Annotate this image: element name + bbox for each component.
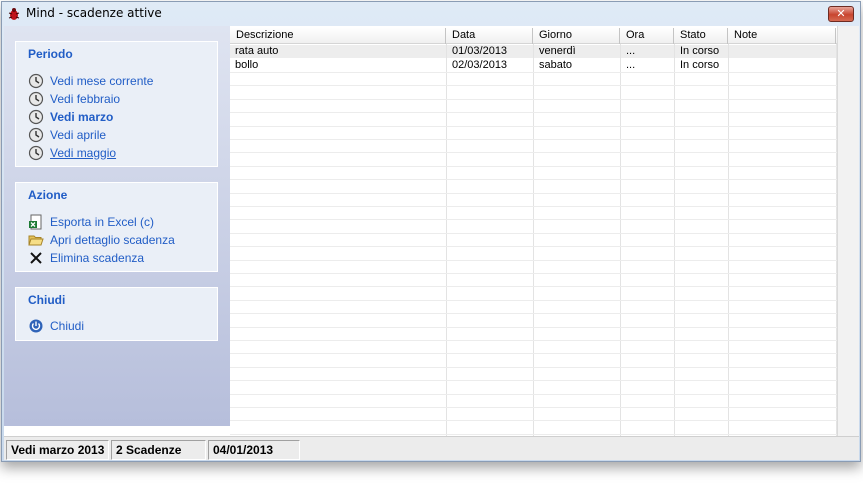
menu-label: Vedi mese corrente <box>50 73 154 88</box>
main-window: Mind - scadenze attive ✕ Periodo Vedi me… <box>1 1 861 462</box>
folder-open-icon <box>28 235 44 245</box>
cell-data: 02/03/2013 <box>452 59 508 71</box>
azione-panel: Azione Esporta in Excel (c) Apri dettagl… <box>15 182 218 272</box>
close-icon: ✕ <box>836 7 846 20</box>
grid-row-line <box>230 126 837 127</box>
grid-column-line <box>446 44 447 436</box>
grid-row-line <box>230 273 837 274</box>
menu-vedi-mese-corrente[interactable]: Vedi mese corrente <box>28 72 153 89</box>
grid-row-line <box>230 407 837 408</box>
cell-stato: In corso <box>680 59 720 71</box>
menu-vedi-maggio[interactable]: Vedi maggio <box>28 144 116 161</box>
chiudi-panel: Chiudi Chiudi <box>15 287 218 341</box>
grid-row-line <box>230 380 837 381</box>
chiudi-header: Chiudi <box>28 293 66 307</box>
delete-x-icon <box>30 251 42 264</box>
grid-row-line <box>230 152 837 153</box>
periodo-header: Periodo <box>28 47 73 61</box>
grid-row-line <box>230 179 837 180</box>
menu-label: Esporta in Excel (c) <box>50 214 155 229</box>
cell-note <box>731 59 734 72</box>
grid-row-line <box>230 353 837 354</box>
menu-label: Vedi aprile <box>50 127 107 142</box>
grid-row-line <box>230 99 837 100</box>
grid-row-line <box>230 139 837 140</box>
client-area: Periodo Vedi mese corrente Vedi febbraio… <box>4 26 859 460</box>
grid-row-line <box>230 367 837 368</box>
grid-row-line <box>230 313 837 314</box>
clock-icon <box>28 109 44 124</box>
grid-column-line <box>674 44 675 436</box>
menu-label: Vedi marzo <box>50 109 114 124</box>
column-header-stato[interactable]: Stato <box>674 28 728 44</box>
menu-label: Vedi maggio <box>50 145 117 160</box>
clock-icon <box>28 91 44 106</box>
grid-row-line <box>230 246 837 247</box>
grid-row-line <box>230 233 837 234</box>
status-date: 04/01/2013 <box>208 440 300 460</box>
sidebar: Periodo Vedi mese corrente Vedi febbraio… <box>4 26 230 426</box>
cell-ora: ... <box>626 59 636 71</box>
status-bar: Vedi marzo 2013 2 Scadenze 04/01/2013 <box>4 436 859 460</box>
grid-row-line <box>230 300 837 301</box>
status-count: 2 Scadenze <box>111 440 206 460</box>
menu-label: Apri dettaglio scadenza <box>50 232 175 247</box>
grid-column-line <box>533 44 534 436</box>
grid-row-line <box>230 420 837 421</box>
azione-header: Azione <box>28 188 68 202</box>
cell-ora: ... <box>626 45 636 57</box>
clock-icon <box>28 73 44 88</box>
grid-row-line <box>230 394 837 395</box>
window-title: Mind - scadenze attive <box>26 6 162 20</box>
excel-icon <box>29 214 42 229</box>
close-button[interactable]: ✕ <box>828 6 854 22</box>
column-header-data[interactable]: Data <box>446 28 533 44</box>
menu-vedi-marzo[interactable]: Vedi marzo <box>28 108 113 125</box>
menu-apri-dettaglio[interactable]: Apri dettaglio scadenza <box>28 231 175 248</box>
grid-row-line <box>230 434 837 435</box>
column-header-note[interactable]: Note <box>728 28 836 44</box>
app-bug-icon <box>8 8 20 20</box>
cell-descrizione: bollo <box>235 59 259 71</box>
column-header-giorno[interactable]: Giorno <box>533 28 620 44</box>
grid-row-line <box>230 327 837 328</box>
grid-row-line <box>230 286 837 287</box>
menu-esporta-excel[interactable]: Esporta in Excel (c) <box>28 213 154 230</box>
periodo-panel: Periodo Vedi mese corrente Vedi febbraio… <box>15 41 218 167</box>
cell-stato: In corso <box>680 45 720 57</box>
column-header-ora[interactable]: Ora <box>620 28 674 44</box>
menu-vedi-aprile[interactable]: Vedi aprile <box>28 126 106 143</box>
grid-header: Descrizione Data Giorno Ora Stato Note <box>230 28 837 44</box>
grid-column-line <box>728 44 729 436</box>
menu-label: Elimina scadenza <box>50 250 145 265</box>
grid-column-line <box>620 44 621 436</box>
grid-row-line <box>230 112 837 113</box>
status-period: Vedi marzo 2013 <box>6 440 109 460</box>
vertical-scrollbar[interactable] <box>837 26 859 436</box>
grid-row-line <box>230 260 837 261</box>
clock-icon <box>28 145 44 160</box>
title-bar[interactable]: Mind - scadenze attive ✕ <box>2 2 860 26</box>
deadlines-grid: Descrizione Data Giorno Ora Stato Note r… <box>230 26 837 436</box>
menu-elimina-scadenza[interactable]: Elimina scadenza <box>28 249 144 266</box>
cell-data: 01/03/2013 <box>452 45 508 57</box>
grid-row-line <box>230 206 837 207</box>
menu-label: Vedi febbraio <box>50 91 121 106</box>
column-header-descrizione[interactable]: Descrizione <box>230 28 446 44</box>
grid-row-line <box>230 85 837 86</box>
cell-giorno: sabato <box>539 59 573 71</box>
grid-row-line <box>230 166 837 167</box>
menu-chiudi[interactable]: Chiudi <box>28 317 84 334</box>
menu-label: Chiudi <box>50 318 85 333</box>
clock-icon <box>28 127 44 142</box>
cell-note <box>731 45 734 58</box>
cell-descrizione: rata auto <box>235 45 279 57</box>
grid-row-line <box>230 340 837 341</box>
power-icon <box>29 319 43 332</box>
grid-row-line <box>230 219 837 220</box>
grid-row-line <box>230 72 837 73</box>
grid-row-line <box>230 193 837 194</box>
menu-vedi-febbraio[interactable]: Vedi febbraio <box>28 90 120 107</box>
cell-giorno: venerdì <box>539 45 576 57</box>
